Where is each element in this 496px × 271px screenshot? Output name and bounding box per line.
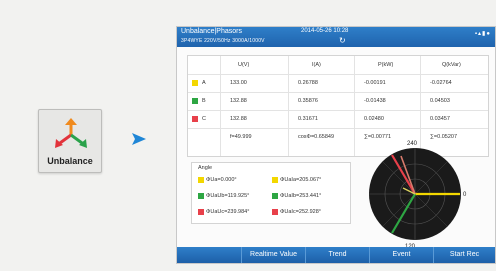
device-screen: Unbalance|Phasors 2014-05-26 10:28 3P4WY… <box>176 26 496 264</box>
header-p: P(kW) <box>378 62 394 68</box>
phase-a-swatch <box>192 80 198 86</box>
menu-blank[interactable] <box>177 247 241 263</box>
screen-title: Unbalance|Phasors <box>181 28 242 35</box>
active-power-value: 0.02480 <box>364 116 384 122</box>
angle-uaia: ΦUaIa=205.067° <box>280 177 322 183</box>
reactive-power-value: -0.02764 <box>430 80 452 86</box>
phase-c-swatch <box>192 116 198 122</box>
angle-uaib: ΦUaIb=253.441° <box>280 193 322 199</box>
phase-label: A <box>202 80 206 86</box>
phase-a-swatch <box>272 177 278 183</box>
title-bar: Unbalance|Phasors 2014-05-26 10:28 3P4WY… <box>177 27 495 47</box>
current-value: 0.26788 <box>298 80 318 86</box>
table-header: U(V) I(A) P(kW) Q(kVar) <box>188 56 488 75</box>
phase-c-swatch <box>198 209 204 215</box>
header-u: U(V) <box>238 62 250 68</box>
phase-label: B <box>202 98 206 104</box>
start-rec-button[interactable]: Start Rec <box>433 247 495 263</box>
phase-c-swatch <box>272 209 278 215</box>
realtime-value-button[interactable]: Realtime Value <box>241 247 305 263</box>
angle-uaic: ΦUaIc=252.928° <box>280 209 321 215</box>
phase-b-swatch <box>272 193 278 199</box>
reactive-power-value: 0.04503 <box>430 98 450 104</box>
angle-240-label: 240 <box>407 141 418 147</box>
event-button[interactable]: Event <box>369 247 433 263</box>
tile-label: Unbalance <box>47 156 93 166</box>
voltage-value: 132.88 <box>230 116 247 122</box>
bottom-menu: Realtime Value Trend Event Start Rec <box>177 247 495 263</box>
current-value: 0.35876 <box>298 98 318 104</box>
voltage-value: 132.88 <box>230 98 247 104</box>
table-row: C 132.88 0.31671 0.02480 0.03457 <box>188 110 488 129</box>
power-factor-value: cosΦ=0.65849 <box>298 134 335 140</box>
table-row: A 133.00 0.26788 -0.00191 -0.02764 <box>188 74 488 93</box>
arrow-right-icon <box>132 133 146 145</box>
trend-button[interactable]: Trend <box>305 247 369 263</box>
angle-ua: ΦUa=0.000° <box>206 177 237 183</box>
phase-b-swatch <box>198 193 204 199</box>
phase-label: C <box>202 116 206 122</box>
datetime: 2014-05-26 10:28 <box>301 28 349 34</box>
active-power-value: -0.01438 <box>364 98 386 104</box>
phasor-arrows-icon <box>55 118 87 148</box>
current-value: 0.31671 <box>298 116 318 122</box>
phasor-diagram: 240 120 0 <box>369 141 467 250</box>
refresh-icon[interactable]: ↻ <box>339 36 346 45</box>
angle-uauc: ΦUaUc=239.984° <box>206 209 250 215</box>
frequency-value: f=49.999 <box>230 134 252 140</box>
angle-panel: Angle ΦUa=0.000° ΦUaIa=205.067° ΦUaUb=11… <box>191 162 351 224</box>
unbalance-app-tile[interactable]: Unbalance <box>38 109 102 173</box>
wiring-config: 3P4WYE 220V/50Hz 3000A/1000V <box>181 38 265 44</box>
active-power-value: -0.00191 <box>364 80 386 86</box>
angle-0-label: 0 <box>463 192 467 198</box>
voltage-value: 133.00 <box>230 80 247 86</box>
angle-uaub: ΦUaUb=119.925° <box>206 193 250 199</box>
header-i: I(A) <box>312 62 321 68</box>
reactive-power-value: 0.03457 <box>430 116 450 122</box>
phase-b-swatch <box>192 98 198 104</box>
header-q: Q(kVar) <box>442 62 461 68</box>
table-row: B 132.88 0.35876 -0.01438 0.04503 <box>188 92 488 111</box>
status-icons: ▪▴▮● <box>474 31 491 37</box>
phase-a-swatch <box>198 177 204 183</box>
angle-title: Angle <box>198 165 213 171</box>
